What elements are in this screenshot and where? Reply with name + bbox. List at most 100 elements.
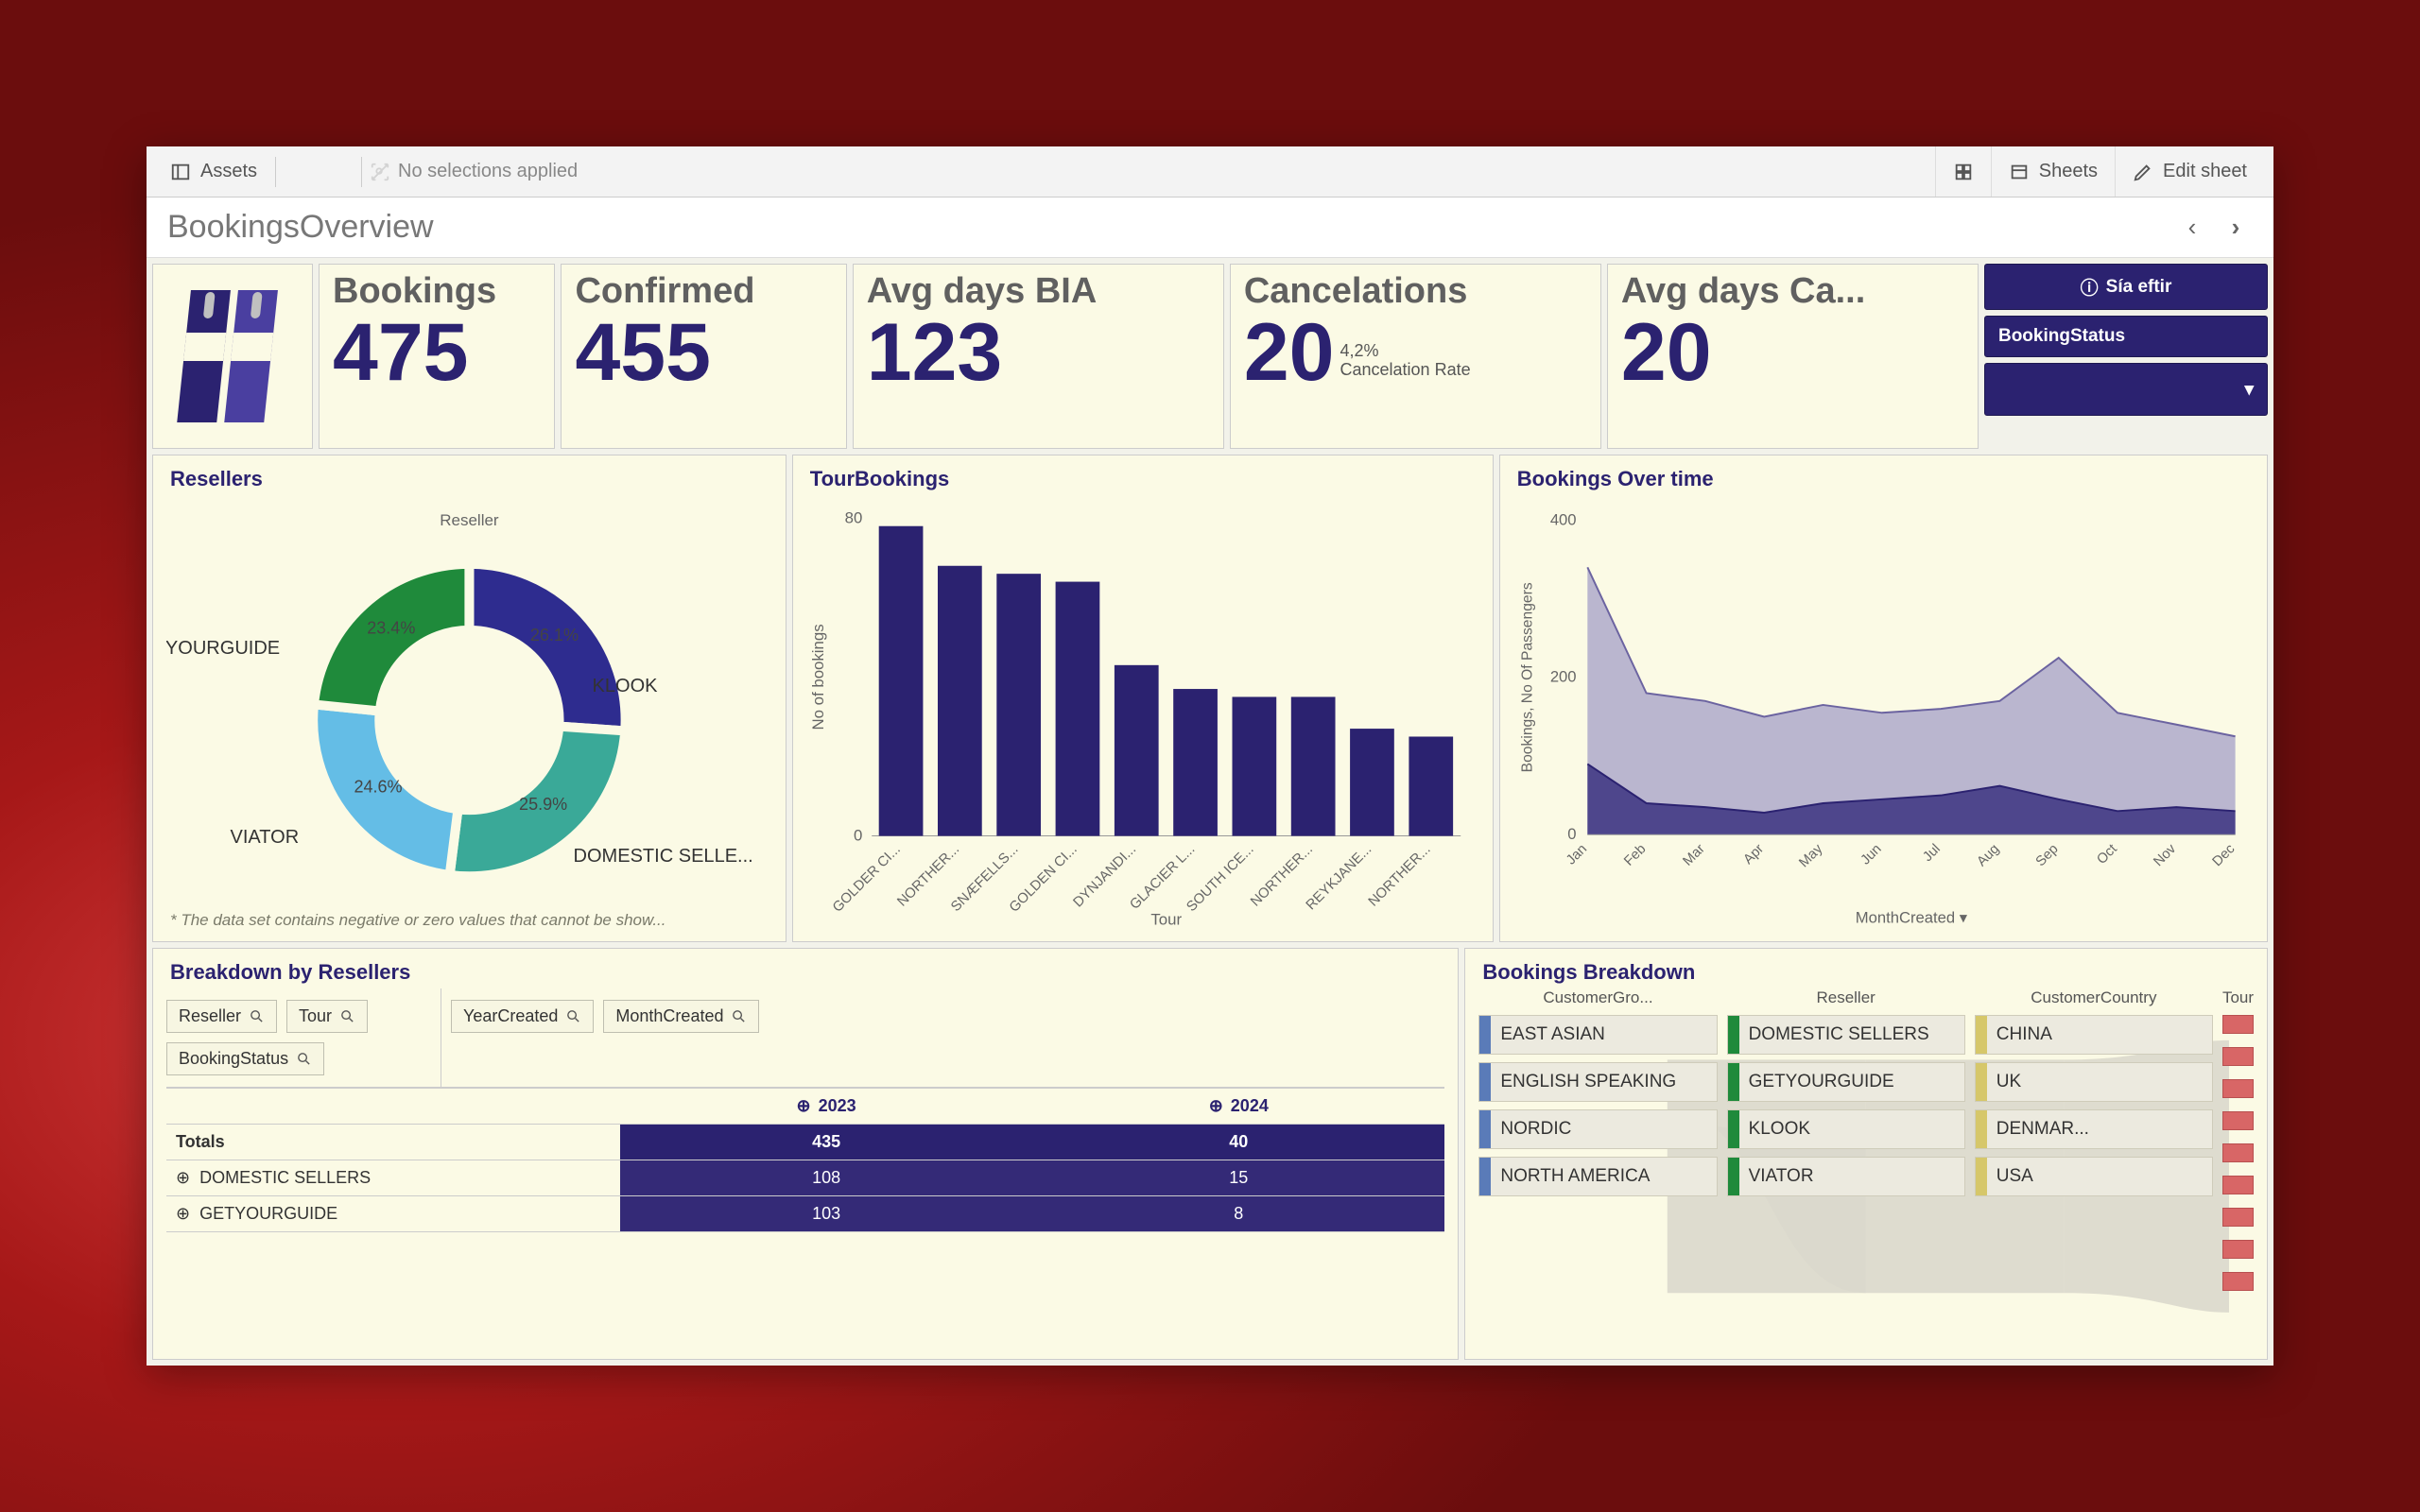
sankey-tour-node[interactable] — [2222, 1272, 2254, 1291]
filter-dropdown[interactable]: ▾ — [1984, 363, 2268, 416]
totals-label: Totals — [166, 1125, 620, 1160]
svg-text:KLOOK: KLOOK — [593, 676, 659, 696]
assets-label: Assets — [200, 161, 257, 182]
tourbookings-chart-card[interactable]: TourBookings 080No of bookingsGOLDER CI.… — [792, 455, 1494, 942]
kpi-value: 455 — [575, 312, 832, 393]
sia-label: Sía eftir — [2106, 277, 2172, 298]
sankey-col-group: CustomerGro...EAST ASIANENGLISH SPEAKING… — [1478, 988, 1717, 1351]
overtime-area-chart: 0200400Bookings, No Of PassengersJanFebM… — [1513, 495, 2254, 934]
svg-text:25.9%: 25.9% — [519, 795, 567, 814]
sankey-node[interactable]: EAST ASIAN — [1478, 1015, 1717, 1055]
kpi-cancelations[interactable]: Cancelations 20 4,2% Cancelation Rate — [1230, 264, 1601, 449]
svg-text:Nov: Nov — [2151, 841, 2179, 869]
info-icon: ⓘ — [2081, 274, 2099, 300]
filter-chip[interactable]: BookingStatus — [166, 1042, 324, 1075]
svg-text:NORTHER...: NORTHER... — [1366, 842, 1434, 910]
no-selections-text: No selections applied — [398, 161, 578, 182]
bookingstatus-label: BookingStatus — [1998, 326, 2125, 347]
table-row[interactable]: ⊕GETYOURGUIDE1038 — [166, 1196, 1444, 1232]
sankey-node[interactable]: GETYOURGUIDE — [1727, 1062, 1965, 1102]
pivot-grid: ⊕2023 ⊕2024 Totals 435 40 ⊕DOMESTIC SELL… — [166, 1088, 1444, 1351]
svg-text:May: May — [1796, 841, 1825, 870]
sankey-tour-node[interactable] — [2222, 1208, 2254, 1227]
sheets-label: Sheets — [2039, 161, 2098, 182]
svg-text:0: 0 — [1567, 825, 1576, 843]
sankey-node[interactable]: UK — [1975, 1062, 2213, 1102]
kpi-bookings[interactable]: Bookings 475 — [319, 264, 555, 449]
card-title: Bookings Breakdown — [1478, 956, 2254, 988]
svg-text:VIATOR: VIATOR — [231, 827, 300, 848]
card-title: TourBookings — [806, 463, 1479, 495]
filter-chip[interactable]: Reseller — [166, 1000, 277, 1033]
resellers-chart-card[interactable]: Resellers Reseller 26.1%KLOOK25.9%DOMEST… — [152, 455, 786, 942]
selections-tool-button[interactable] — [306, 160, 331, 184]
sankey-col-country: CustomerCountryCHINAUKDENMAR...USA — [1975, 988, 2213, 1351]
svg-text:Jan: Jan — [1564, 841, 1590, 868]
sankey-tour-node[interactable] — [2222, 1111, 2254, 1130]
sankey-node[interactable]: DENMAR... — [1975, 1109, 2213, 1149]
year-col-2023[interactable]: ⊕2023 — [620, 1089, 1032, 1125]
totals-2024: 40 — [1032, 1125, 1444, 1160]
footnote: * The data set contains negative or zero… — [166, 907, 772, 934]
sankey-node[interactable]: VIATOR — [1727, 1157, 1965, 1196]
prev-sheet-button[interactable]: ‹ — [2175, 211, 2209, 245]
tourbookings-bar-chart: 080No of bookingsGOLDER CI...NORTHER...S… — [806, 495, 1479, 934]
svg-text:Dec: Dec — [2209, 841, 2238, 869]
kpi-label: Cancelations — [1244, 272, 1587, 312]
edit-sheet-button[interactable]: Edit sheet — [2115, 146, 2264, 197]
filter-chips-left: Reseller Tour BookingStatus — [166, 994, 441, 1081]
kpi-label: Avg days Ca... — [1621, 272, 1964, 312]
year-col-2024[interactable]: ⊕2024 — [1032, 1089, 1444, 1125]
svg-text:GETYOURGUIDE: GETYOURGUIDE — [166, 638, 280, 659]
bookingstatus-button[interactable]: BookingStatus — [1984, 316, 2268, 357]
page-title: BookingsOverview — [167, 209, 434, 246]
top-toolbar: Assets No selections applied Sheets Edit… — [147, 146, 2273, 198]
overtime-chart-card[interactable]: Bookings Over time 0200400Bookings, No O… — [1499, 455, 2268, 942]
svg-text:Bookings, No Of Passengers: Bookings, No Of Passengers — [1519, 582, 1535, 772]
legend-title: Reseller — [440, 511, 499, 529]
sankey-node[interactable]: KLOOK — [1727, 1109, 1965, 1149]
svg-text:GOLDER CI...: GOLDER CI... — [830, 842, 904, 916]
breakdown-table-card[interactable]: Breakdown by Resellers Reseller Tour Booki… — [152, 948, 1459, 1360]
edit-sheet-label: Edit sheet — [2163, 161, 2247, 182]
sankey-node[interactable]: NORDIC — [1478, 1109, 1717, 1149]
filter-chip[interactable]: Tour — [286, 1000, 368, 1033]
toolbar-sep — [275, 157, 276, 187]
assets-button[interactable]: Assets — [156, 151, 269, 193]
expand-icon: ⊕ — [176, 1204, 190, 1224]
sankey-tour-node[interactable] — [2222, 1015, 2254, 1034]
svg-text:26.1%: 26.1% — [530, 626, 579, 644]
kpi-row: Bookings 475 Confirmed 455 Avg days BIA … — [152, 264, 2268, 449]
sankey-tour-node[interactable] — [2222, 1047, 2254, 1066]
insight-advisor-button[interactable] — [1935, 146, 1991, 197]
toolbar-sep-2 — [361, 157, 362, 187]
sankey-tour-node[interactable] — [2222, 1176, 2254, 1194]
sankey-node[interactable]: USA — [1975, 1157, 2213, 1196]
sia-eftir-button[interactable]: ⓘ Sía eftir — [1984, 264, 2268, 310]
sankey-tour-node[interactable] — [2222, 1079, 2254, 1098]
sankey-node[interactable]: DOMESTIC SELLERS — [1727, 1015, 1965, 1055]
next-sheet-button[interactable]: › — [2219, 211, 2253, 245]
kpi-avg-ca[interactable]: Avg days Ca... 20 — [1607, 264, 1979, 449]
bookings-breakdown-card[interactable]: Bookings Breakdown CustomerGro...EAST AS… — [1464, 948, 2268, 1360]
sankey-node[interactable]: CHINA — [1975, 1015, 2213, 1055]
svg-text:No of bookings: No of bookings — [809, 624, 827, 730]
table-row[interactable]: ⊕DOMESTIC SELLERS10815 — [166, 1160, 1444, 1196]
sankey-tour-node[interactable] — [2222, 1143, 2254, 1162]
card-title: Bookings Over time — [1513, 463, 2254, 495]
card-title: Breakdown by Resellers — [166, 956, 1444, 988]
smart-search-button[interactable] — [282, 160, 306, 184]
kpi-avg-bia[interactable]: Avg days BIA 123 — [853, 264, 1224, 449]
chevron-down-icon: ▾ — [2244, 379, 2254, 401]
filter-chip[interactable]: MonthCreated — [603, 1000, 759, 1033]
kpi-confirmed[interactable]: Confirmed 455 — [561, 264, 846, 449]
sankey-col-tour: Tour — [2222, 988, 2254, 1351]
step-back-button[interactable] — [331, 160, 355, 184]
charts-row: Resellers Reseller 26.1%KLOOK25.9%DOMEST… — [152, 455, 2268, 942]
sheets-button[interactable]: Sheets — [1991, 146, 2115, 197]
sankey-node[interactable]: NORTH AMERICA — [1478, 1157, 1717, 1196]
sankey-node[interactable]: ENGLISH SPEAKING — [1478, 1062, 1717, 1102]
filter-chip[interactable]: YearCreated — [451, 1000, 594, 1033]
svg-text:Mar: Mar — [1680, 841, 1707, 868]
sankey-tour-node[interactable] — [2222, 1240, 2254, 1259]
